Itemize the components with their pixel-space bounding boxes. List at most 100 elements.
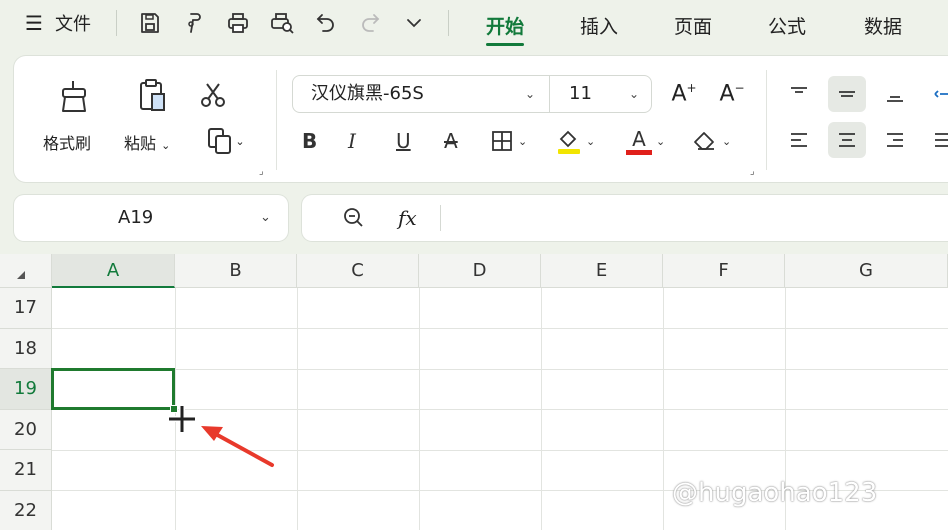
column-header-c[interactable]: C: [297, 254, 419, 288]
gridline: [52, 449, 948, 451]
formula-bar: fx: [302, 195, 948, 241]
file-menu-label: 文件: [54, 14, 91, 35]
selected-cell-a19[interactable]: [51, 368, 175, 410]
align-center-button[interactable]: [828, 122, 866, 158]
save-icon: [141, 13, 159, 33]
eraser-icon: [694, 132, 714, 150]
tab-page[interactable]: 页面: [674, 8, 712, 42]
strikethrough-button[interactable]: A: [444, 124, 458, 158]
font-color-button[interactable]: A ⌄: [626, 124, 665, 158]
paintbrush-quick-button[interactable]: [180, 8, 208, 38]
fill-handle[interactable]: [170, 405, 178, 413]
align-right-icon: [887, 133, 903, 147]
chevron-down-icon: ⌄: [656, 134, 666, 148]
chevron-down-icon[interactable]: ⌄: [629, 87, 639, 101]
grow-font-button[interactable]: A+: [668, 78, 700, 110]
align-left-icon: [791, 133, 807, 147]
font-color-icon: A: [626, 128, 652, 155]
fill-bucket-icon: [558, 130, 580, 154]
align-left-button[interactable]: [780, 122, 818, 158]
row-header-17[interactable]: 17: [0, 288, 52, 329]
undo-icon: [316, 14, 334, 32]
font-name-select[interactable]: 汉仪旗黑-65S: [311, 76, 424, 112]
chevron-down-icon[interactable]: ⌄: [525, 87, 535, 101]
align-bottom-icon: [887, 96, 903, 102]
column-header-e[interactable]: E: [541, 254, 663, 288]
wrap-text-button[interactable]: [924, 76, 948, 112]
formula-input[interactable]: [452, 201, 942, 235]
print-preview-button[interactable]: [268, 8, 296, 38]
align-bottom-button[interactable]: [876, 76, 914, 112]
row-header-21[interactable]: 21: [0, 450, 52, 491]
ribbon-divider: [766, 70, 767, 170]
chevron-down-icon: ⌄: [586, 134, 596, 148]
align-middle-button[interactable]: [828, 76, 866, 112]
borders-icon: [492, 131, 512, 151]
chevron-down-icon: ⌄: [161, 139, 171, 152]
bold-button[interactable]: B: [302, 124, 317, 158]
column-header-d[interactable]: D: [419, 254, 541, 288]
align-middle-icon: [839, 91, 855, 97]
paste-button[interactable]: [132, 76, 172, 116]
underline-button[interactable]: U: [396, 124, 411, 158]
column-header-g[interactable]: G: [785, 254, 948, 288]
cell-reference: A19: [118, 207, 154, 228]
font-grow-icon: A+: [671, 81, 697, 107]
file-menu[interactable]: ☰ 文件: [18, 8, 98, 38]
printer-icon: [228, 13, 248, 33]
font-launcher-icon[interactable]: ⌟: [750, 166, 755, 177]
redo-button[interactable]: [356, 8, 384, 38]
column-header-a[interactable]: A: [52, 254, 175, 288]
font-selector: 汉仪旗黑-65S ⌄ 11 ⌄: [292, 75, 652, 113]
watermark: @hugaohao123: [672, 478, 878, 508]
chevron-down-icon: ⌄: [722, 134, 732, 148]
row-header-19[interactable]: 19: [0, 369, 52, 410]
shrink-font-button[interactable]: A−: [716, 78, 748, 110]
print-button[interactable]: [224, 8, 252, 38]
align-center-icon: [839, 133, 855, 147]
tab-data[interactable]: 数据: [864, 8, 902, 42]
column-header-f[interactable]: F: [663, 254, 785, 288]
name-box[interactable]: A19 ⌄: [14, 195, 288, 241]
gridline: [52, 368, 948, 370]
copy-button[interactable]: ⌄: [200, 124, 250, 158]
save-button[interactable]: [136, 8, 164, 38]
column-header-b[interactable]: B: [175, 254, 297, 288]
indent-icon: [934, 90, 948, 98]
align-top-button[interactable]: [780, 76, 818, 112]
justify-button[interactable]: [924, 122, 948, 158]
align-right-button[interactable]: [876, 122, 914, 158]
gridline: [52, 328, 948, 329]
borders-button[interactable]: ⌄: [490, 124, 527, 158]
ribbon-divider: [276, 70, 277, 170]
select-all-corner[interactable]: [0, 254, 52, 288]
cut-button[interactable]: [196, 78, 230, 112]
tab-formulas[interactable]: 公式: [768, 8, 806, 42]
tab-home[interactable]: 开始: [486, 8, 525, 46]
tab-insert[interactable]: 插入: [580, 8, 618, 42]
fill-color-button[interactable]: ⌄: [556, 124, 595, 158]
print-preview-icon: [271, 13, 294, 34]
chevron-down-icon: ⌄: [518, 134, 528, 148]
paste-menu[interactable]: 粘贴 ⌄: [124, 130, 170, 154]
font-box-divider: [549, 76, 550, 112]
format-painter-button[interactable]: [54, 76, 94, 116]
undo-button[interactable]: [312, 8, 340, 38]
menu-bar: ☰ 文件 开始 插入 页面 公式 数据: [0, 0, 948, 48]
italic-button[interactable]: I: [348, 124, 356, 158]
font-size-select[interactable]: 11: [569, 76, 592, 112]
paste-label: 粘贴: [124, 134, 157, 153]
clipboard-launcher-icon[interactable]: ⌟: [259, 166, 264, 177]
zoom-icon[interactable]: [342, 206, 366, 234]
row-header-20[interactable]: 20: [0, 409, 52, 450]
clear-format-button[interactable]: ⌄: [692, 124, 731, 158]
ribbon-home: 格式刷 粘贴 ⌄ ⌄ ⌟ 汉仪旗黑-65S ⌄ 11 ⌄ A+ A− B I U…: [14, 56, 948, 182]
row-header-18[interactable]: 18: [0, 328, 52, 369]
row-header-22[interactable]: 22: [0, 490, 52, 530]
redo-icon: [362, 14, 380, 32]
chevron-down-icon[interactable]: ⌄: [260, 210, 271, 225]
hamburger-icon: ☰: [25, 11, 43, 35]
insert-function-button[interactable]: fx: [398, 195, 417, 241]
quick-access-more-button[interactable]: [400, 8, 428, 38]
chevron-down-icon: [407, 19, 421, 28]
